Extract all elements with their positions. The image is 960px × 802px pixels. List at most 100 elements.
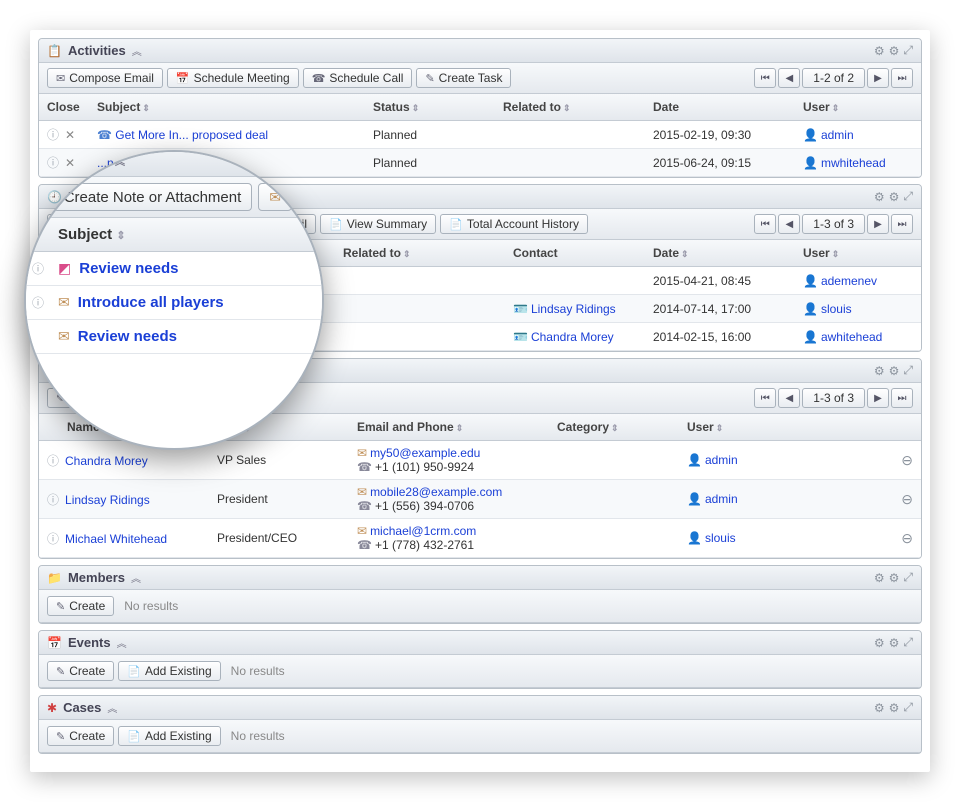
user-link[interactable]: slouis [821,302,852,316]
pager-last-button[interactable]: ⏭ [891,214,913,234]
user-link[interactable]: admin [705,453,738,467]
pager-next-button[interactable]: ▶ [867,68,889,88]
user-link[interactable]: admin [705,492,738,506]
expand-icon[interactable]: ⤢ [903,700,913,715]
clock-icon: 🕘 [28,150,48,170]
remove-icon[interactable]: ⊖ [901,491,913,507]
schedule-call-button[interactable]: ☎Schedule Call [303,68,413,88]
create-button[interactable]: ✎Create [47,596,114,616]
lens-subject-link[interactable]: Review needs [78,328,177,345]
col-user[interactable]: User⇕ [803,246,913,260]
remove-icon[interactable]: ⊖ [901,530,913,546]
lens-history-header: 🕘History ︽ [24,150,324,177]
compose-email-button[interactable]: ✉Compose Email [47,68,163,88]
gear-icon[interactable]: ⚙ [874,571,885,585]
email-link[interactable]: mobile28@example.com [370,485,502,499]
pager-next-button[interactable]: ▶ [867,214,889,234]
expand-icon[interactable]: ⤢ [903,43,913,58]
view-summary-button[interactable]: 📄View Summary [320,214,436,234]
col-status[interactable]: Status⇕ [373,100,503,114]
create-button[interactable]: ✎Create [47,661,114,681]
pager-first-button[interactable]: ⏮ [754,68,776,88]
pager-first-button[interactable]: ⏮ [754,214,776,234]
user-link[interactable]: ademenev [821,274,877,288]
col-date[interactable]: Date⇕ [653,246,803,260]
pager-first-button[interactable]: ⏮ [754,388,776,408]
name-link[interactable]: Michael Whitehead [65,532,167,546]
col-related[interactable]: Related to⇕ [503,100,653,114]
info-icon[interactable]: ⓘ [47,454,59,468]
info-icon[interactable]: ⓘ [47,493,59,507]
add-existing-button[interactable]: 📄Add Existing [118,726,220,746]
pager-last-button[interactable]: ⏭ [891,68,913,88]
phone-cell: +1 (556) 394-0706 [375,499,474,513]
pager-prev-button[interactable]: ◀ [778,68,800,88]
schedule-meeting-button[interactable]: 📅Schedule Meeting [167,68,299,88]
remove-icon[interactable]: ⊖ [901,452,913,468]
col-related[interactable]: Related to⇕ [343,246,513,260]
gears-icon[interactable]: ⚙ [889,190,900,204]
gear-icon[interactable]: ⚙ [874,701,885,715]
gear-icon[interactable]: ⚙ [874,44,885,58]
phone-cell: +1 (101) 950-9924 [375,460,474,474]
info-icon[interactable]: ⓘ [32,294,44,311]
lens-subject-link[interactable]: Review needs [79,260,178,277]
pager-range: 1-3 of 3 [802,214,865,234]
gear-icon[interactable]: ⚙ [874,636,885,650]
gears-icon[interactable]: ⚙ [889,636,900,650]
collapse-icon[interactable]: ︽ [132,43,142,58]
collapse-icon[interactable]: ︽ [131,570,141,585]
total-history-button[interactable]: 📄Total Account History [440,214,588,234]
add-existing-button[interactable]: 📄Add Existing [118,661,220,681]
pager-next-button[interactable]: ▶ [867,388,889,408]
user-link[interactable]: admin [821,128,854,142]
col-email-phone[interactable]: Email and Phone⇕ [357,420,557,434]
expand-icon[interactable]: ⤢ [903,363,913,378]
col-subject[interactable]: Subject⇕ [97,100,373,114]
pager-prev-button[interactable]: ◀ [778,388,800,408]
collapse-icon[interactable]: ︽ [107,700,117,715]
contact-link[interactable]: Lindsay Ridings [531,302,616,316]
email-link[interactable]: my50@example.edu [370,446,480,460]
expand-icon[interactable]: ⤢ [903,635,913,650]
col-close[interactable]: Close [47,100,97,114]
info-icon[interactable]: ⓘ [47,532,59,546]
gears-icon[interactable]: ⚙ [889,571,900,585]
status-cell: Planned [373,156,503,170]
contact-link[interactable]: Chandra Morey [531,330,614,344]
lens-subject-header[interactable]: Subject ⇕ [24,218,324,252]
pager-last-button[interactable]: ⏭ [891,388,913,408]
col-category[interactable]: Category⇕ [557,420,687,434]
lens-create-note-button[interactable]: 📝Create Note or Attachment [28,183,252,211]
expand-icon[interactable]: ⤢ [903,189,913,204]
expand-icon[interactable]: ⤢ [903,570,913,585]
email-link[interactable]: michael@1crm.com [370,524,476,538]
name-link[interactable]: Lindsay Ridings [65,493,150,507]
col-date[interactable]: Date [653,100,803,114]
info-icon[interactable]: ⓘ [47,128,59,142]
user-link[interactable]: mwhitehead [821,156,886,170]
table-row: ⓘMichael Whitehead President/CEO ✉michae… [39,519,921,558]
gears-icon[interactable]: ⚙ [889,701,900,715]
gear-icon[interactable]: ⚙ [874,190,885,204]
lens-subject-link[interactable]: Introduce all players [78,294,224,311]
collapse-icon[interactable]: ︽ [117,635,127,650]
col-user[interactable]: User⇕ [803,100,913,114]
col-user[interactable]: User⇕ [687,420,883,434]
activities-toolbar: ✉Compose Email 📅Schedule Meeting ☎Schedu… [39,63,921,94]
col-contact[interactable]: Contact [513,246,653,260]
gears-icon[interactable]: ⚙ [889,44,900,58]
close-icon[interactable]: ✕ [65,128,75,142]
pager-prev-button[interactable]: ◀ [778,214,800,234]
create-button[interactable]: ✎Create [47,726,114,746]
create-task-button[interactable]: ✎Create Task [416,68,511,88]
lens-mail-button[interactable]: ✉ [258,183,292,211]
user-link[interactable]: slouis [705,531,736,545]
user-link[interactable]: awhitehead [821,330,882,344]
gears-icon[interactable]: ⚙ [889,364,900,378]
info-icon[interactable]: ⓘ [32,260,44,277]
name-link[interactable]: Chandra Morey [65,454,148,468]
subject-link[interactable]: Get More In... proposed deal [115,128,268,142]
gear-icon[interactable]: ⚙ [874,364,885,378]
doc-icon: 📄 [127,730,141,743]
